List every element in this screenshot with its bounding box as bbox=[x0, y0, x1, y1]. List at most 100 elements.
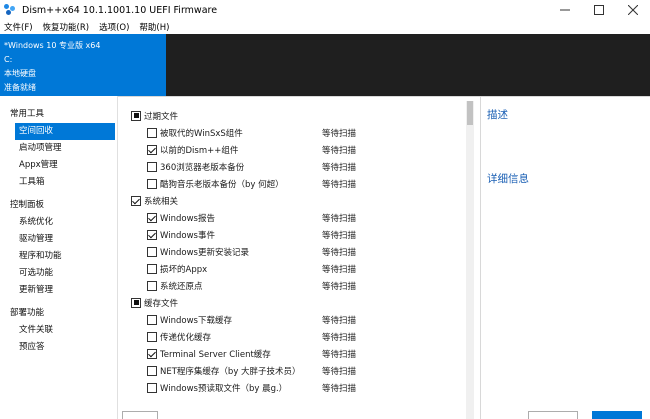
nav-item-space-cleanup[interactable]: 空间回收 bbox=[15, 123, 115, 140]
list-item[interactable]: 以前的Dism++组件 等待扫描 bbox=[128, 141, 468, 158]
list-item[interactable]: Windows下载缓存 等待扫描 bbox=[128, 311, 468, 328]
row-status: 等待扫描 bbox=[322, 247, 357, 258]
list-item[interactable]: Windows事件 等待扫描 bbox=[128, 226, 468, 243]
menu-file[interactable]: 文件(F) bbox=[0, 21, 39, 33]
list-group-row[interactable]: 系统相关 bbox=[128, 192, 468, 209]
maximize-button[interactable] bbox=[582, 0, 616, 20]
nav-item-drivers[interactable]: 驱动管理 bbox=[0, 231, 117, 248]
row-status: 等待扫描 bbox=[322, 349, 357, 360]
row-label: 损坏的Appx bbox=[160, 264, 208, 275]
list-item[interactable]: 传递优化缓存 等待扫描 bbox=[128, 328, 468, 345]
list-item[interactable]: Windows更新安装记录 等待扫描 bbox=[128, 243, 468, 260]
nav-item-preanswer[interactable]: 预应答 bbox=[0, 339, 117, 356]
menu-help[interactable]: 帮助(H) bbox=[135, 21, 175, 33]
nav-item-file-assoc[interactable]: 文件关联 bbox=[0, 322, 117, 339]
row-status: 等待扫描 bbox=[322, 332, 357, 343]
row-status: 等待扫描 bbox=[322, 281, 357, 292]
banner-disk: 本地硬盘 bbox=[4, 69, 36, 78]
bottom-secondary-button[interactable] bbox=[528, 411, 578, 419]
row-status: 等待扫描 bbox=[322, 264, 357, 275]
minimize-button[interactable] bbox=[548, 0, 582, 20]
menu-options[interactable]: 选项(O) bbox=[95, 21, 135, 33]
nav-item-startup[interactable]: 启动项管理 bbox=[0, 140, 117, 157]
nav-item-optional-features[interactable]: 可选功能 bbox=[0, 265, 117, 282]
window-controls bbox=[548, 0, 650, 20]
row-label: NET程序集缓存（by 大胖子技术员） bbox=[160, 366, 301, 377]
list-scrollbar[interactable] bbox=[466, 101, 474, 419]
list-item[interactable]: Terminal Server Client缓存 等待扫描 bbox=[128, 345, 468, 362]
left-nav: 常用工具 空间回收 启动项管理 Appx管理 工具箱 控制面板 系统优化 驱动管… bbox=[0, 96, 118, 419]
row-label: 过期文件 bbox=[144, 111, 179, 122]
details-title: 详细信息 bbox=[487, 173, 529, 185]
item-checkbox[interactable] bbox=[147, 382, 157, 393]
row-label: Windows更新安装记录 bbox=[160, 247, 249, 258]
list-item[interactable]: Windows报告 等待扫描 bbox=[128, 209, 468, 226]
nav-group-deploy: 部署功能 bbox=[10, 308, 45, 318]
item-checkbox[interactable] bbox=[147, 161, 157, 172]
nav-item-updates[interactable]: 更新管理 bbox=[0, 282, 117, 299]
banner-empty-area bbox=[166, 34, 650, 96]
row-label: 传递优化缓存 bbox=[160, 332, 212, 343]
item-checkbox[interactable] bbox=[147, 263, 157, 274]
row-status: 等待扫描 bbox=[322, 128, 357, 139]
row-status: 等待扫描 bbox=[322, 230, 357, 241]
row-status: 等待扫描 bbox=[322, 145, 357, 156]
item-checkbox[interactable] bbox=[147, 212, 157, 223]
banner-os: *Windows 10 专业版 x64 bbox=[4, 41, 101, 50]
item-checkbox[interactable] bbox=[147, 348, 157, 359]
bottom-primary-button[interactable] bbox=[592, 411, 642, 419]
nav-item-appx[interactable]: Appx管理 bbox=[0, 157, 117, 174]
app-icon bbox=[4, 4, 16, 16]
item-checkbox[interactable] bbox=[147, 280, 157, 291]
cleanup-list-panel: 过期文件 被取代的WinSxS组件 等待扫描 以前的Dism++组件 等待扫描 360浏览… bbox=[118, 96, 480, 419]
nav-item-programs[interactable]: 程序和功能 bbox=[0, 248, 117, 265]
row-label: 系统相关 bbox=[144, 196, 179, 207]
item-checkbox[interactable] bbox=[147, 144, 157, 155]
item-checkbox[interactable] bbox=[147, 229, 157, 240]
item-checkbox[interactable] bbox=[147, 331, 157, 342]
group-checkbox[interactable] bbox=[131, 110, 141, 121]
banner-drive: C: bbox=[4, 55, 13, 64]
nav-item-toolbox[interactable]: 工具箱 bbox=[0, 174, 117, 191]
title-bar: Dism++x64 10.1.1001.10 UEFI Firmware bbox=[0, 0, 650, 20]
list-item[interactable]: NET程序集缓存（by 大胖子技术员） 等待扫描 bbox=[128, 362, 468, 379]
window-title: Dism++x64 10.1.1001.10 UEFI Firmware bbox=[22, 4, 218, 16]
row-status: 等待扫描 bbox=[322, 315, 357, 326]
group-checkbox[interactable] bbox=[131, 297, 141, 308]
group-checkbox[interactable] bbox=[131, 195, 141, 206]
bottom-left-button[interactable] bbox=[122, 411, 158, 419]
item-checkbox[interactable] bbox=[147, 127, 157, 138]
list-group-row[interactable]: 过期文件 bbox=[128, 107, 468, 124]
row-label: 系统还原点 bbox=[160, 281, 203, 292]
item-checkbox[interactable] bbox=[147, 178, 157, 189]
menu-bar: 文件(F) 恢复功能(R) 选项(O) 帮助(H) bbox=[0, 20, 650, 34]
menu-restore[interactable]: 恢复功能(R) bbox=[39, 21, 96, 33]
scrollbar-thumb[interactable] bbox=[467, 101, 473, 125]
list-item[interactable]: 酷狗音乐老版本备份（by 何超） 等待扫描 bbox=[128, 175, 468, 192]
row-status: 等待扫描 bbox=[322, 162, 357, 173]
row-label: 酷狗音乐老版本备份（by 何超） bbox=[160, 179, 284, 190]
list-item[interactable]: 被取代的WinSxS组件 等待扫描 bbox=[128, 124, 468, 141]
info-pane: 描述 详细信息 bbox=[480, 96, 650, 419]
close-button[interactable] bbox=[616, 0, 650, 20]
item-checkbox[interactable] bbox=[147, 246, 157, 257]
maximize-icon bbox=[594, 5, 604, 15]
nav-group-common: 常用工具 bbox=[10, 109, 45, 119]
item-checkbox[interactable] bbox=[147, 314, 157, 325]
list-item[interactable]: 损坏的Appx 等待扫描 bbox=[128, 260, 468, 277]
list-item[interactable]: Windows预读取文件（by 晨g.） 等待扫描 bbox=[128, 379, 468, 396]
nav-item-system-optimize[interactable]: 系统优化 bbox=[0, 214, 117, 231]
row-label: 以前的Dism++组件 bbox=[160, 145, 239, 156]
list-item[interactable]: 360浏览器老版本备份 等待扫描 bbox=[128, 158, 468, 175]
row-status: 等待扫描 bbox=[322, 213, 357, 224]
list-group-row[interactable]: 缓存文件 bbox=[128, 294, 468, 311]
row-label: Windows事件 bbox=[160, 230, 215, 241]
description-title: 描述 bbox=[487, 109, 508, 121]
row-label: Terminal Server Client缓存 bbox=[160, 349, 271, 360]
minimize-icon bbox=[560, 9, 570, 11]
item-checkbox[interactable] bbox=[147, 365, 157, 376]
row-label: Windows报告 bbox=[160, 213, 215, 224]
close-icon bbox=[628, 5, 638, 15]
session-banner[interactable]: *Windows 10 专业版 x64 C: 本地硬盘 准备就绪 bbox=[0, 34, 166, 96]
list-item[interactable]: 系统还原点 等待扫描 bbox=[128, 277, 468, 294]
